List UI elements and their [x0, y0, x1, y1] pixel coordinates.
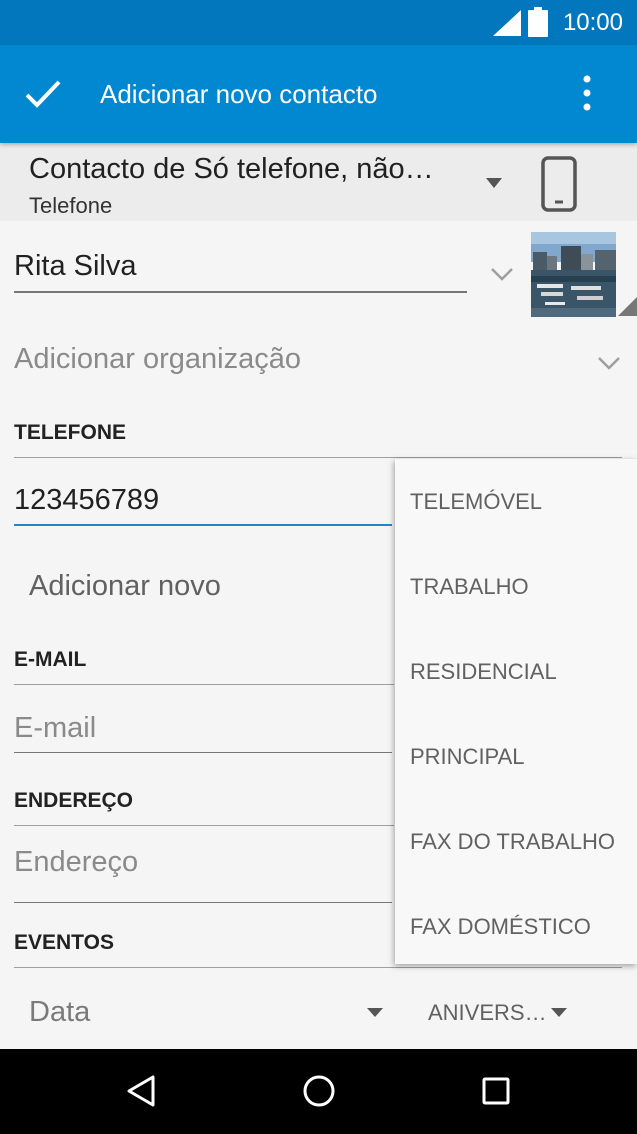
- app-bar: Adicionar novo contacto: [0, 45, 637, 143]
- address-section-heading: ENDEREÇO: [14, 789, 134, 812]
- expand-name-chevron-icon[interactable]: [490, 266, 514, 282]
- address-field[interactable]: Endereço: [14, 846, 392, 903]
- contact-photo[interactable]: [531, 232, 616, 317]
- email-field[interactable]: E-mail: [14, 712, 392, 753]
- account-selector[interactable]: Contacto de Só telefone, não… Telefone: [0, 143, 637, 221]
- account-subtitle: Telefone: [29, 193, 113, 218]
- address-section-divider: [14, 825, 394, 826]
- event-date-field[interactable]: Data: [29, 996, 90, 1029]
- dropdown-arrow-icon[interactable]: [484, 177, 504, 189]
- phone-number-field[interactable]: 123456789: [14, 484, 392, 526]
- event-type-dropdown-arrow-icon[interactable]: [550, 1007, 568, 1018]
- page-title: Adicionar novo contacto: [100, 79, 378, 109]
- status-time: 10:00: [562, 9, 623, 36]
- event-type-selector[interactable]: ANIVERS…: [428, 1000, 547, 1026]
- harbor-photo-image: [531, 232, 616, 317]
- phone-section-divider: [14, 457, 622, 458]
- phone-type-menu: TELEMÓVEL TRABALHO RESIDENCIAL PRINCIPAL…: [395, 459, 637, 964]
- check-icon[interactable]: [24, 78, 62, 110]
- navigation-bar: [0, 1049, 637, 1134]
- menu-item-main[interactable]: PRINCIPAL: [395, 714, 637, 799]
- phone-icon: [541, 156, 577, 212]
- name-field[interactable]: Rita Silva: [14, 250, 467, 293]
- add-new-phone-button[interactable]: Adicionar novo: [29, 570, 221, 603]
- menu-item-home-fax[interactable]: FAX DOMÉSTICO: [395, 884, 637, 969]
- expand-organization-chevron-icon[interactable]: [597, 355, 621, 371]
- email-section-heading: E-MAIL: [14, 648, 87, 671]
- home-icon[interactable]: [301, 1073, 337, 1109]
- phone-section-heading: TELEFONE: [14, 421, 127, 444]
- events-section-heading: EVENTOS: [14, 931, 114, 954]
- back-icon[interactable]: [125, 1074, 157, 1108]
- battery-icon: [528, 7, 548, 37]
- more-vert-icon[interactable]: [570, 73, 604, 113]
- menu-item-work[interactable]: TRABALHO: [395, 544, 637, 629]
- signal-icon: [493, 10, 521, 36]
- menu-item-home[interactable]: RESIDENCIAL: [395, 629, 637, 714]
- date-dropdown-arrow-icon[interactable]: [366, 1007, 384, 1018]
- status-bar: 10:00: [0, 0, 637, 45]
- email-section-divider: [14, 684, 394, 685]
- account-title: Contacto de Só telefone, não…: [29, 153, 434, 185]
- menu-item-mobile[interactable]: TELEMÓVEL: [395, 459, 637, 544]
- add-organization-label[interactable]: Adicionar organização: [14, 343, 301, 376]
- recents-icon[interactable]: [481, 1076, 511, 1106]
- menu-item-work-fax[interactable]: FAX DO TRABALHO: [395, 799, 637, 884]
- photo-corner-indicator: [618, 297, 637, 316]
